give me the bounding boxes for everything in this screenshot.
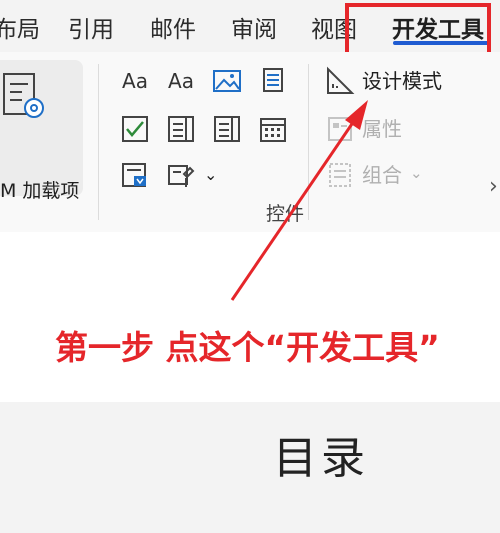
annotation-arrow-icon <box>230 100 368 301</box>
